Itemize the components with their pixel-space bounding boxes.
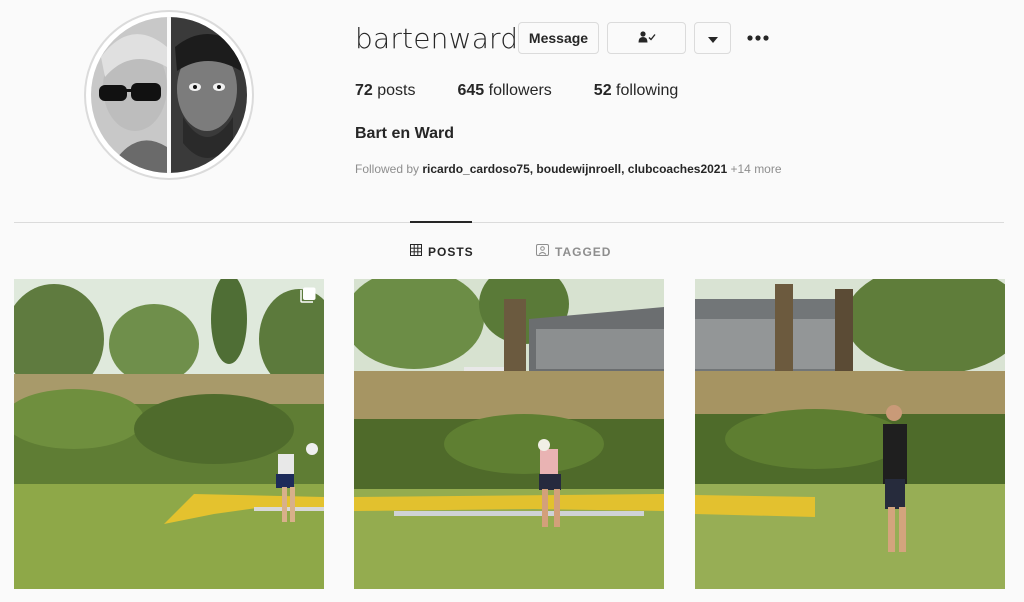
- message-button[interactable]: Message: [518, 22, 599, 54]
- tab-tagged[interactable]: TAGGED: [536, 244, 611, 259]
- active-tab-indicator: [410, 221, 472, 223]
- caret-down-icon: [707, 30, 718, 46]
- tab-tagged-label: TAGGED: [555, 244, 612, 259]
- tagged-icon: [536, 244, 549, 259]
- followers-label[interactable]: followers: [489, 82, 552, 99]
- post-thumbnail[interactable]: [14, 279, 324, 589]
- posts-count: 72: [355, 82, 373, 99]
- posts-label: posts: [377, 82, 416, 99]
- followers-count[interactable]: 645: [458, 82, 485, 99]
- followed-by-prefix: Followed by: [355, 162, 420, 176]
- suggested-dropdown-button[interactable]: [694, 22, 731, 54]
- profile-username: bartenward: [355, 22, 519, 55]
- profile-avatar-ring[interactable]: [84, 10, 254, 180]
- posts-stat: 72 posts: [355, 82, 416, 100]
- profile-stats: 72 posts 645 followers 52 following: [355, 82, 720, 100]
- post-thumbnail[interactable]: [695, 279, 1005, 589]
- more-dots-icon: [744, 35, 772, 54]
- multiple-posts-icon: [300, 287, 316, 303]
- grid-icon: [410, 244, 422, 259]
- tab-posts-label: POSTS: [428, 244, 474, 259]
- post-thumbnail[interactable]: [354, 279, 664, 589]
- followed-by-names[interactable]: ricardo_cardoso75, boudewijnroell, clubc…: [422, 162, 727, 176]
- following-count[interactable]: 52: [594, 82, 612, 99]
- followed-by-more[interactable]: +14 more: [731, 162, 782, 176]
- profile-full-name: Bart en Ward: [355, 125, 454, 142]
- followers-stat[interactable]: 645 followers: [458, 82, 552, 100]
- followed-by-text[interactable]: Followed by ricardo_cardoso75, boudewijn…: [355, 162, 782, 176]
- following-button[interactable]: [607, 22, 686, 54]
- tab-posts[interactable]: POSTS: [410, 244, 474, 259]
- more-options-button[interactable]: [744, 26, 772, 50]
- person-check-icon: [638, 30, 656, 46]
- following-stat[interactable]: 52 following: [594, 82, 679, 100]
- avatar: [91, 17, 247, 173]
- tabs-divider: [14, 222, 1004, 223]
- following-label[interactable]: following: [616, 82, 678, 99]
